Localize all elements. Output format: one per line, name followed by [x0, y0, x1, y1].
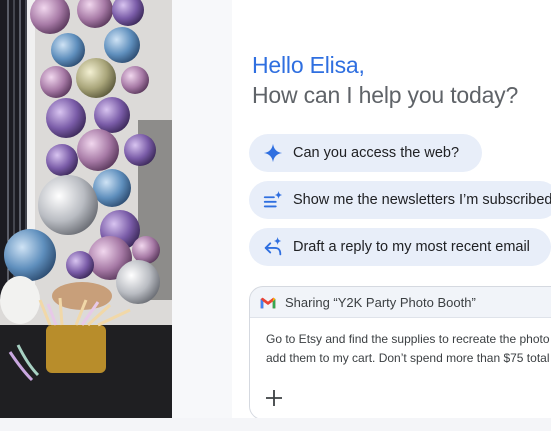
sparkle-icon	[263, 143, 283, 163]
list-sparkle-icon	[263, 190, 283, 208]
party-photo	[0, 0, 172, 418]
suggestion-label: Can you access the web?	[293, 145, 460, 161]
suggestion-label: Draft a reply to my most recent email	[293, 239, 530, 255]
suggestion-chip-newsletters[interactable]: Show me the newsletters I’m subscribed	[249, 181, 551, 219]
suggestion-label: Show me the newsletters I’m subscribed	[293, 192, 551, 208]
suggestion-chip-web[interactable]: Can you access the web?	[249, 134, 482, 172]
assistant-panel: Hello Elisa, How can I help you today? C…	[232, 0, 551, 431]
suggestion-chip-draft-reply[interactable]: Draft a reply to my most recent email	[249, 228, 551, 266]
side-gap	[172, 0, 232, 431]
sharing-label: Sharing “Y2K Party Photo Booth”	[285, 295, 476, 310]
sharing-context[interactable]: Sharing “Y2K Party Photo Booth”	[260, 295, 476, 310]
prompt-input[interactable]: Go to Etsy and find the supplies to recr…	[250, 317, 551, 419]
greeting-title: Hello Elisa,	[252, 52, 365, 78]
gmail-icon	[260, 297, 276, 308]
prompt-text-line: add them to my cart. Don’t spend more th…	[266, 351, 550, 365]
greeting-prompt: How can I help you today?	[252, 82, 519, 108]
bottom-strip	[0, 418, 551, 431]
prompt-text-line: Go to Etsy and find the supplies to recr…	[266, 332, 550, 346]
reply-sparkle-icon	[264, 236, 282, 256]
plus-icon[interactable]	[264, 388, 284, 408]
composer: Sharing “Y2K Party Photo Booth” Go to Et…	[249, 286, 551, 420]
